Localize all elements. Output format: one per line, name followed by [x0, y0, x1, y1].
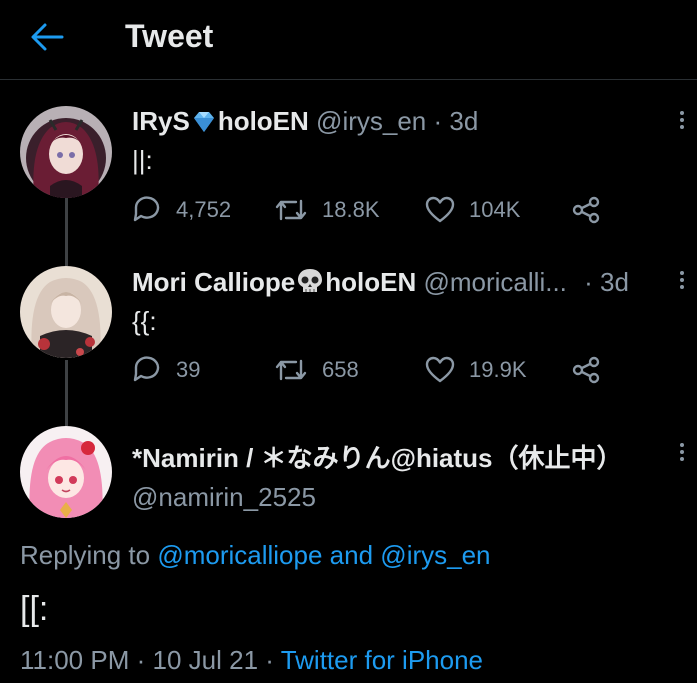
- display-name[interactable]: *Namirin / ＊なみりん@hiatus（休止中）: [132, 443, 623, 473]
- replying-to: Replying to @moricalliope and @irys_en: [20, 540, 491, 571]
- header-bar: Tweet: [0, 0, 697, 80]
- arrow-left-icon: [31, 23, 64, 51]
- tweet-text: ||:: [132, 145, 153, 175]
- more-options-button[interactable]: [677, 268, 687, 298]
- page-title: Tweet: [125, 18, 214, 54]
- tweet-source[interactable]: Twitter for iPhone: [281, 645, 483, 675]
- replying-prefix: Replying to: [20, 540, 151, 570]
- skull-emoji: [295, 267, 325, 302]
- share-icon: [572, 196, 600, 224]
- reply-button[interactable]: 4,752: [132, 193, 231, 227]
- retweet-icon: [275, 359, 307, 381]
- more-vertical-icon: [680, 111, 684, 115]
- tweet-text: {{:: [132, 306, 157, 336]
- tweet-meta: 11:00 PM · 10 Jul 21 · Twitter for iPhon…: [20, 645, 483, 676]
- more-options-button[interactable]: [677, 440, 687, 470]
- display-name-suffix[interactable]: holoEN: [325, 267, 416, 297]
- action-bar: 4,752 18.8K 104K: [132, 193, 602, 227]
- tweet-time: 11:00 PM: [20, 645, 130, 675]
- share-icon: [572, 356, 600, 384]
- meta-separator: ·: [136, 645, 146, 675]
- tweet-time[interactable]: · 3d: [584, 267, 629, 297]
- share-button[interactable]: [572, 193, 602, 227]
- like-button[interactable]: 19.9K: [425, 353, 527, 387]
- tweet-header: *Namirin / ＊なみりん@hiatus（休止中）: [132, 438, 623, 475]
- user-handle-line: @namirin_2525: [132, 482, 316, 513]
- avatar-image: [20, 106, 112, 198]
- thread-line: [65, 198, 68, 266]
- action-bar: 39 658 19.9K: [132, 353, 602, 387]
- retweet-button[interactable]: 18.8K: [274, 193, 380, 227]
- main-tweet-text: [[:: [20, 590, 49, 628]
- like-count: 104K: [469, 197, 521, 222]
- avatar-image: [20, 426, 112, 518]
- thread-line: [65, 360, 68, 426]
- display-name-suffix[interactable]: holoEN: [218, 106, 309, 136]
- retweet-count: 658: [322, 357, 359, 382]
- like-button[interactable]: 104K: [425, 193, 520, 227]
- more-vertical-icon: [680, 443, 684, 447]
- avatar[interactable]: [20, 426, 112, 518]
- more-options-button[interactable]: [677, 108, 687, 138]
- like-count: 19.9K: [469, 357, 527, 382]
- reply-count: 4,752: [176, 197, 232, 222]
- comment-icon: [133, 356, 160, 382]
- tweet-header: IRyS holoEN @irys_en · 3d: [132, 106, 478, 141]
- gem-emoji: [190, 110, 218, 141]
- replying-and: and: [329, 540, 374, 570]
- retweet-button[interactable]: 658: [274, 353, 359, 387]
- heart-icon: [425, 196, 455, 223]
- avatar[interactable]: [20, 106, 112, 198]
- comment-icon: [133, 196, 160, 222]
- tweet-detail-screen: Tweet IRyS holoEN @irys_en · 3d ||: 4,752: [0, 0, 697, 683]
- meta-separator: ·: [265, 645, 274, 675]
- user-handle[interactable]: @moricalli...: [423, 267, 566, 297]
- user-handle[interactable]: @namirin_2525: [132, 482, 316, 512]
- mention-link[interactable]: @irys_en: [380, 540, 490, 570]
- share-button[interactable]: [572, 353, 602, 387]
- tweet-time[interactable]: · 3d: [434, 106, 479, 136]
- user-handle[interactable]: @irys_en: [316, 106, 426, 136]
- tweet-header: Mori Calliope holoEN @moricalli... · 3d: [132, 267, 629, 302]
- mention-link[interactable]: @moricalliope: [157, 540, 322, 570]
- back-button[interactable]: [30, 22, 64, 52]
- heart-icon: [425, 356, 455, 383]
- more-vertical-icon: [680, 271, 684, 275]
- reply-button[interactable]: 39: [132, 353, 200, 387]
- display-name[interactable]: IRyS: [132, 106, 190, 136]
- retweet-icon: [275, 199, 307, 221]
- avatar[interactable]: [20, 266, 112, 358]
- tweet-date: 10 Jul 21: [152, 645, 259, 675]
- retweet-count: 18.8K: [322, 197, 380, 222]
- reply-count: 39: [176, 357, 201, 382]
- avatar-image: [20, 266, 112, 358]
- display-name[interactable]: Mori Calliope: [132, 267, 295, 297]
